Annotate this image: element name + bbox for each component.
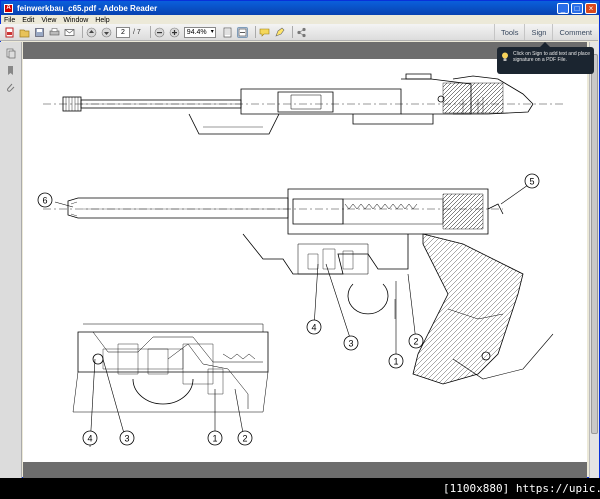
toolbar: 2 / 7 94.4% ▾ Tools Sign Comment — [0, 24, 598, 41]
toolbar-separator — [149, 26, 151, 38]
fit-width-icon[interactable] — [236, 26, 248, 38]
callout-4-detail: 4 — [82, 430, 98, 446]
email-icon[interactable] — [64, 27, 75, 38]
previous-page-icon[interactable] — [86, 27, 97, 38]
pages-panel-icon[interactable] — [5, 48, 16, 59]
svg-text:5: 5 — [529, 177, 534, 187]
menu-file[interactable]: File — [4, 17, 15, 24]
tab-tools[interactable]: Tools — [493, 24, 525, 40]
svg-text:3: 3 — [348, 339, 353, 349]
tab-sign[interactable]: Sign — [524, 24, 552, 40]
callout-1: 1 — [388, 353, 404, 369]
fit-page-icon[interactable] — [222, 27, 233, 38]
toolbar-separator — [82, 26, 83, 38]
callout-1-detail: 1 — [207, 430, 223, 446]
lightbulb-icon — [501, 52, 509, 62]
window-title: feinwerkbau_c65.pdf - Adobe Reader — [17, 3, 158, 13]
open-folder-icon[interactable] — [19, 27, 30, 38]
share-icon[interactable] — [296, 27, 307, 38]
save-icon[interactable] — [34, 27, 45, 38]
task-pane-tabs: Tools Sign Comment — [493, 24, 598, 40]
callout-3-detail: 3 — [119, 430, 135, 446]
tab-comment[interactable]: Comment — [552, 24, 598, 40]
svg-text:3: 3 — [124, 434, 129, 444]
svg-text:2: 2 — [242, 434, 247, 444]
callout-2: 2 — [408, 333, 424, 349]
scrollbar-thumb[interactable] — [591, 54, 598, 434]
title-bar[interactable]: A feinwerkbau_c65.pdf - Adobe Reader _ □… — [1, 1, 599, 15]
page-number-input[interactable]: 2 — [116, 26, 130, 38]
minimize-button[interactable]: _ — [557, 2, 569, 14]
toolbar-separator — [254, 26, 256, 38]
sign-tooltip: Click on Sign to add text and place sign… — [497, 42, 594, 74]
menu-edit[interactable]: Edit — [22, 17, 34, 24]
close-button[interactable]: × — [585, 2, 597, 14]
menu-window[interactable]: Window — [63, 17, 88, 24]
tooltip-caret — [540, 42, 550, 47]
tooltip-text: Click on Sign to add text and place sign… — [513, 51, 590, 63]
callout-4: 4 — [306, 319, 322, 335]
pdf-page: 6 5 4 3 1 2 4 3 1 2 — [23, 59, 587, 462]
maximize-button[interactable]: □ — [571, 2, 583, 14]
detail-view-drawing — [72, 323, 269, 413]
chevron-down-icon: ▾ — [210, 28, 214, 35]
print-icon[interactable] — [49, 27, 60, 38]
navigation-pane — [0, 42, 22, 478]
toolbar-separator — [291, 26, 293, 38]
create-pdf-icon[interactable] — [4, 27, 15, 38]
adobe-reader-icon: A — [4, 3, 13, 13]
zoom-level-value: 94.4% — [186, 28, 207, 36]
top-view-drawing — [43, 73, 563, 135]
callout-5: 5 — [524, 173, 540, 189]
zoom-level-select[interactable]: 94.4% ▾ — [183, 26, 216, 38]
zoom-in-icon[interactable] — [169, 27, 180, 38]
svg-text:4: 4 — [87, 434, 92, 444]
svg-text:1: 1 — [393, 357, 398, 367]
vertical-scrollbar[interactable] — [589, 42, 599, 478]
cutaway-view-drawing — [43, 188, 554, 385]
menu-view[interactable]: View — [41, 17, 56, 24]
bookmarks-panel-icon[interactable] — [5, 65, 16, 76]
pistol-technical-drawing: 6 5 4 3 1 2 4 3 1 2 — [37, 73, 563, 448]
highlight-icon[interactable] — [274, 27, 285, 38]
document-area[interactable]: 6 5 4 3 1 2 4 3 1 2 — [23, 42, 587, 478]
menu-help[interactable]: Help — [95, 17, 109, 24]
page-total-label: / 7 — [133, 28, 141, 36]
callout-2-detail: 2 — [237, 430, 253, 446]
svg-text:2: 2 — [413, 337, 418, 347]
zoom-out-icon[interactable] — [154, 27, 165, 38]
svg-text:6: 6 — [42, 196, 47, 206]
comment-bubble-icon[interactable] — [259, 27, 270, 38]
svg-text:4: 4 — [311, 323, 316, 333]
attachments-panel-icon[interactable] — [5, 82, 16, 93]
svg-text:1: 1 — [212, 434, 217, 444]
callout-3: 3 — [343, 335, 359, 351]
next-page-icon[interactable] — [101, 27, 112, 38]
callout-6: 6 — [37, 192, 53, 208]
watermark-text: [1100x880] https://upic.me/ — [443, 482, 600, 495]
